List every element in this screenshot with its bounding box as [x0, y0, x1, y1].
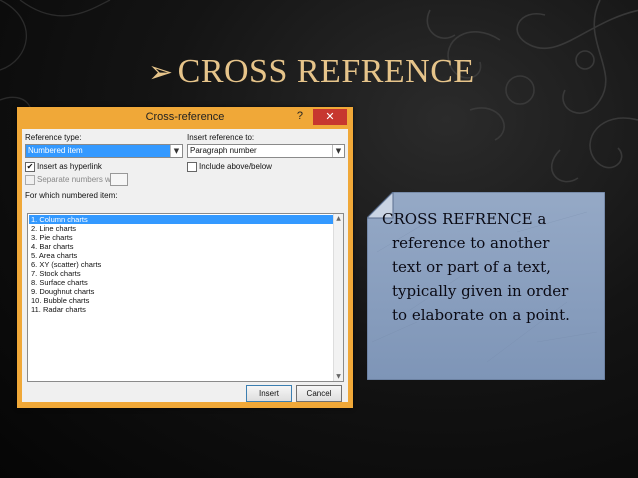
- insert-button[interactable]: Insert: [246, 385, 292, 402]
- dialog-titlebar[interactable]: Cross-reference ? ✕: [17, 107, 353, 129]
- insert-hyperlink-checkbox[interactable]: ✔: [25, 162, 35, 172]
- chevron-down-icon: ▼: [170, 145, 182, 157]
- reference-type-label: Reference type:: [25, 133, 82, 142]
- scroll-down-icon[interactable]: ▼: [334, 372, 343, 381]
- include-above-below-checkbox[interactable]: [187, 162, 197, 172]
- list-item[interactable]: 6. XY (scatter) charts: [29, 260, 101, 269]
- definition-line: typically given in order: [392, 282, 569, 300]
- definition-line: to elaborate on a point.: [392, 306, 570, 324]
- dialog-body: Reference type: Numbered item ▼ Insert r…: [22, 129, 348, 402]
- numbered-item-list[interactable]: 1. Column charts 2. Line charts 3. Pie c…: [27, 213, 344, 382]
- cross-reference-dialog: Cross-reference ? ✕ Reference type: Numb…: [17, 107, 353, 408]
- list-item[interactable]: 10. Bubble charts: [29, 296, 89, 305]
- slide-title-text: CROSS REFRENCE: [177, 53, 475, 90]
- list-scrollbar[interactable]: ▲ ▼: [333, 214, 343, 381]
- definition-line: CROSS REFRENCE a: [382, 210, 547, 228]
- slide-background: ➢ CROSS REFRENCE Cross-reference ? ✕ Ref…: [0, 0, 638, 478]
- definition-text: CROSS REFRENCE a reference to another te…: [382, 207, 602, 327]
- insert-reference-dropdown[interactable]: Paragraph number ▼: [187, 144, 345, 158]
- separate-numbers-checkbox[interactable]: [25, 175, 35, 185]
- scroll-up-icon[interactable]: ▲: [334, 214, 343, 223]
- list-item[interactable]: 3. Pie charts: [29, 233, 73, 242]
- reference-type-value: Numbered item: [26, 145, 170, 157]
- chevron-down-icon: ▼: [332, 145, 344, 157]
- insert-hyperlink-label: Insert as hyperlink: [37, 162, 102, 171]
- slide-title: ➢ CROSS REFRENCE: [148, 50, 475, 94]
- separate-numbers-input[interactable]: [110, 173, 128, 186]
- arrow-bullet-icon: ➢: [148, 55, 174, 89]
- help-button[interactable]: ?: [297, 110, 303, 122]
- insert-reference-value: Paragraph number: [190, 146, 257, 155]
- close-button[interactable]: ✕: [313, 109, 347, 125]
- for-which-item-label: For which numbered item:: [25, 191, 118, 200]
- reference-type-dropdown[interactable]: Numbered item ▼: [25, 144, 183, 158]
- separate-numbers-label: Separate numbers with: [37, 175, 120, 184]
- list-item[interactable]: 8. Surface charts: [29, 278, 88, 287]
- list-item[interactable]: 2. Line charts: [29, 224, 76, 233]
- include-above-below-label: Include above/below: [199, 162, 272, 171]
- definition-line: reference to another: [392, 234, 550, 252]
- list-item[interactable]: 9. Doughnut charts: [29, 287, 94, 296]
- list-item[interactable]: 1. Column charts: [29, 215, 336, 224]
- definition-line: text or part of a text,: [392, 258, 551, 276]
- cancel-button[interactable]: Cancel: [296, 385, 342, 402]
- list-item[interactable]: 7. Stock charts: [29, 269, 81, 278]
- insert-reference-label: Insert reference to:: [187, 133, 255, 142]
- list-item[interactable]: 5. Area charts: [29, 251, 77, 260]
- list-item[interactable]: 4. Bar charts: [29, 242, 74, 251]
- list-item[interactable]: 11. Radar charts: [29, 305, 86, 314]
